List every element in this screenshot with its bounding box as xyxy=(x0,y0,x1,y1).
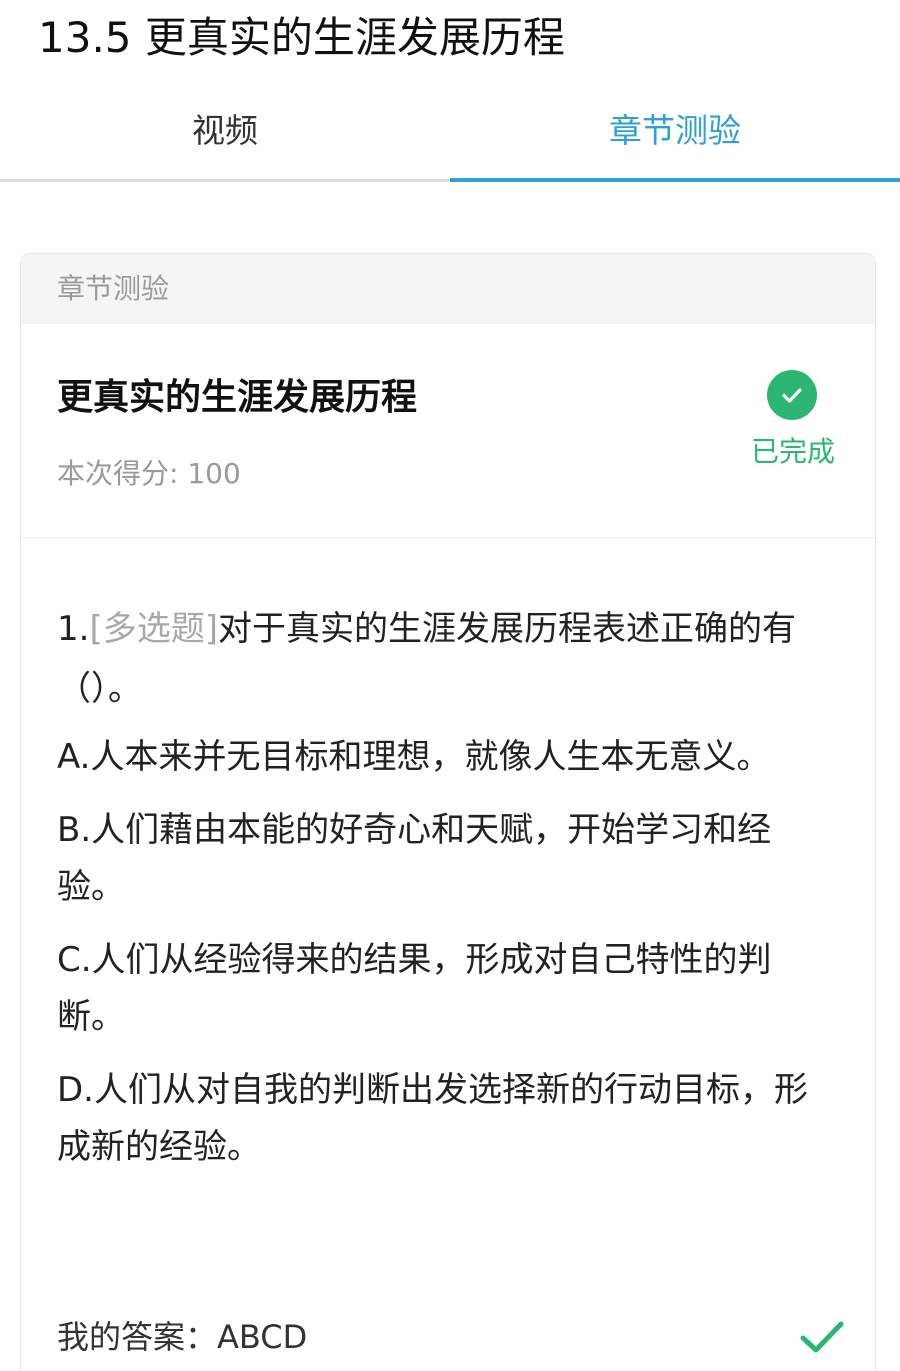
score-label: 本次得分: xyxy=(57,457,179,490)
score-value: 100 xyxy=(187,457,241,490)
card-header: 章节测验 xyxy=(21,254,875,324)
question-type: [多选题] xyxy=(89,609,218,649)
question-number: 1. xyxy=(57,609,90,649)
option-a[interactable]: A.人本来并无目标和理想，就像人生本无意义。 xyxy=(57,729,817,786)
quiz-page: 13.5 更真实的生涯发展历程 视频 章节测验 章节测验 更真实的生涯发展历程 … xyxy=(0,0,900,1371)
status-badge: 已完成 xyxy=(750,435,835,468)
quiz-title: 更真实的生涯发展历程 xyxy=(57,377,418,418)
answer-label: 我的答案： xyxy=(57,1318,218,1356)
tab-chapter-quiz[interactable]: 章节测验 xyxy=(450,96,900,166)
checkmark-icon xyxy=(799,1314,845,1360)
tab-bar: 视频 章节测验 xyxy=(0,96,900,184)
option-b[interactable]: B.人们藉由本能的好奇心和天赋，开始学习和经验。 xyxy=(57,802,817,916)
check-circle-icon xyxy=(767,370,817,420)
quiz-card: 章节测验 更真实的生涯发展历程 本次得分: 100 已完成 1.[多选题]对于真… xyxy=(20,253,876,1371)
answer-value: ABCD xyxy=(217,1318,308,1356)
my-answer: 我的答案：ABCD xyxy=(57,1312,307,1362)
active-tab-indicator xyxy=(450,178,900,182)
option-c[interactable]: C.人们从经验得来的结果，形成对自己特性的判断。 xyxy=(57,932,817,1046)
quiz-summary: 更真实的生涯发展历程 本次得分: 100 已完成 xyxy=(21,324,875,538)
tab-video[interactable]: 视频 xyxy=(0,96,450,166)
question-stem: 1.[多选题]对于真实的生涯发展历程表述正确的有（）。 xyxy=(57,599,817,719)
question-block: 1.[多选题]对于真实的生涯发展历程表述正确的有（）。 A.人本来并无目标和理想… xyxy=(57,599,817,1192)
score-line: 本次得分: 100 xyxy=(57,452,241,492)
my-answer-row: 我的答案：ABCD xyxy=(57,1312,847,1362)
option-d[interactable]: D.人们从对自我的判断出发选择新的行动目标，形成新的经验。 xyxy=(57,1062,817,1176)
page-title: 13.5 更真实的生涯发展历程 xyxy=(38,13,565,62)
